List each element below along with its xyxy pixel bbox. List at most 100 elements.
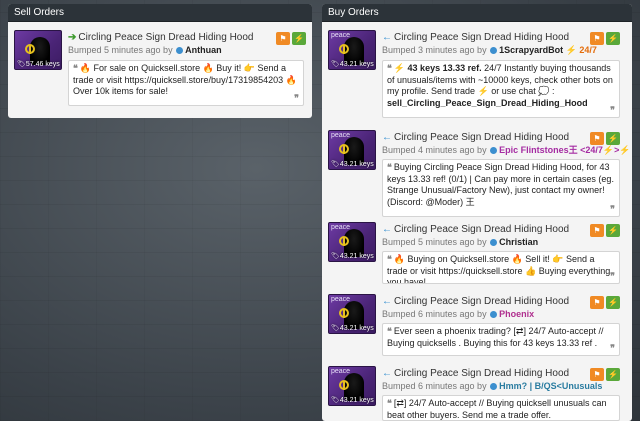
instant-trade-button[interactable]: ⚡ [606, 132, 620, 145]
buy-listing[interactable]: peace 🏷43.21 keys ← Circling Peace Sign D… [322, 128, 632, 224]
bolt-icon: ⚡ [608, 134, 618, 143]
user-link[interactable]: Epic Flintstones王 <24/7⚡>⚡ [499, 145, 630, 155]
item-image[interactable]: peace 🏷43.21 keys [328, 30, 376, 70]
item-price: 🏷43.21 keys [331, 397, 374, 404]
user-suffix: ⚡ 24/7 [565, 45, 597, 55]
instant-trade-button[interactable]: ⚡ [606, 224, 620, 237]
listing-message: ❝ Buying Circling Peace Sign Dread Hiding… [382, 159, 620, 217]
user-link[interactable]: Anthuan [185, 45, 222, 55]
instant-trade-button[interactable]: ⚡ [606, 32, 620, 45]
flag-icon: ⚑ [593, 370, 601, 379]
flag-button[interactable]: ⚑ [590, 368, 604, 381]
sell-orders-header: Sell Orders [8, 4, 312, 22]
listing-title[interactable]: ➔ Circling Peace Sign Dread Hiding Hood [68, 32, 298, 44]
flag-icon: ⚑ [593, 226, 601, 235]
peace-sign-icon [339, 44, 349, 54]
buy-arrow-icon: ← [382, 224, 392, 235]
flag-button[interactable]: ⚑ [590, 296, 604, 309]
item-image[interactable]: peace 🏷43.21 keys [328, 294, 376, 334]
quote-close-icon: ❞ [610, 342, 615, 353]
sell-arrow-icon: ➔ [68, 32, 77, 43]
flag-button[interactable]: ⚑ [590, 224, 604, 237]
item-price: 🏷57.46 keys [17, 61, 60, 68]
quote-open-icon: ❝ [387, 162, 392, 172]
user-link[interactable]: Christian [499, 237, 538, 247]
listing-message: ❝ [⇄] 24/7 Auto-accept // Buying quicksel… [382, 395, 620, 421]
instant-trade-button[interactable]: ⚡ [606, 368, 620, 381]
buy-orders-header: Buy Orders [322, 4, 632, 22]
buy-orders-panel: Buy Orders peace 🏷43.21 keys ← Circling P… [322, 4, 632, 421]
peace-sign-icon [339, 308, 349, 318]
bolt-icon: ⚡ [608, 34, 618, 43]
bolt-icon: ⚡ [608, 298, 618, 307]
online-status-icon [490, 147, 498, 154]
peace-sign-icon [25, 44, 35, 54]
quote-open-icon: ❝ [73, 63, 78, 73]
bolt-icon: ⚡ [608, 226, 618, 235]
online-status-icon [176, 47, 184, 54]
item-image[interactable]: peace 🏷43.21 keys [328, 130, 376, 170]
item-image[interactable]: peace 🏷43.21 keys [328, 366, 376, 406]
flag-icon: ⚑ [593, 134, 601, 143]
flag-button[interactable]: ⚑ [590, 132, 604, 145]
peace-sign-icon [339, 380, 349, 390]
buy-arrow-icon: ← [382, 296, 392, 307]
listing-title[interactable]: ← Circling Peace Sign Dread Hiding Hood [382, 368, 602, 380]
user-link[interactable]: Phoenix [499, 309, 534, 319]
quote-open-icon: ❝ [387, 63, 392, 73]
item-price: 🏷43.21 keys [331, 61, 374, 68]
instant-trade-button[interactable]: ⚡ [606, 296, 620, 309]
buy-listing[interactable]: peace 🏷43.21 keys ← Circling Peace Sign D… [322, 362, 632, 421]
item-image[interactable]: 🏷57.46 keys [14, 30, 62, 70]
peace-sign-icon [339, 144, 349, 154]
online-status-icon [490, 239, 498, 246]
instant-trade-button[interactable]: ⚡ [292, 32, 306, 45]
listing-title[interactable]: ← Circling Peace Sign Dread Hiding Hood [382, 32, 602, 44]
online-status-icon [490, 311, 498, 318]
bump-info: Bumped 5 minutes ago by Anthuan [68, 45, 222, 55]
bump-info: Bumped 3 minutes ago by 1ScrapyardBot ⚡ … [382, 45, 597, 55]
quote-open-icon: ❝ [387, 398, 392, 408]
listing-title[interactable]: ← Circling Peace Sign Dread Hiding Hood [382, 296, 602, 308]
item-image[interactable]: peace 🏷43.21 keys [328, 222, 376, 262]
peace-sign-icon [339, 236, 349, 246]
buy-listing[interactable]: peace 🏷43.21 keys ← Circling Peace Sign D… [322, 220, 632, 292]
user-link[interactable]: 1ScrapyardBot [499, 45, 563, 55]
buy-arrow-icon: ← [382, 368, 392, 379]
quote-close-icon: ❞ [294, 92, 299, 103]
sell-listing[interactable]: 🏷57.46 keys ➔ Circling Peace Sign Dread H… [8, 22, 312, 118]
bump-info: Bumped 6 minutes ago by Phoenix [382, 309, 535, 319]
item-price: 🏷43.21 keys [331, 161, 374, 168]
buy-arrow-icon: ← [382, 132, 392, 143]
flag-icon: ⚑ [593, 298, 601, 307]
flag-button[interactable]: ⚑ [276, 32, 290, 45]
online-status-icon [490, 47, 498, 54]
listing-message: ❝ 🔥 For sale on Quicksell.store 🔥 Buy it!… [68, 60, 304, 106]
quote-open-icon: ❝ [387, 326, 392, 336]
buy-arrow-icon: ← [382, 32, 392, 43]
bolt-icon: ⚡ [294, 34, 304, 43]
listing-title[interactable]: ← Circling Peace Sign Dread Hiding Hood [382, 132, 602, 144]
quote-close-icon: ❞ [610, 104, 615, 115]
listing-message: ❝ ⚡ 43 keys 13.33 ref. 24/7 Instantly buy… [382, 60, 620, 118]
flag-icon: ⚑ [593, 34, 601, 43]
user-link[interactable]: Hmm? | B/QS<Unusuals [499, 381, 602, 391]
listing-message: ❝ 🔥 Buying on Quicksell.store 🔥 Sell it! … [382, 251, 620, 284]
bump-info: Bumped 6 minutes ago by Hmm? | B/QS<Unus… [382, 381, 603, 391]
listing-title[interactable]: ← Circling Peace Sign Dread Hiding Hood [382, 224, 602, 236]
sell-orders-panel: Sell Orders 🏷57.46 keys ➔ Circling Peace … [8, 4, 312, 118]
quote-close-icon: ❞ [610, 203, 615, 214]
flag-button[interactable]: ⚑ [590, 32, 604, 45]
item-price: 🏷43.21 keys [331, 253, 374, 260]
quote-close-icon: ❞ [610, 270, 615, 281]
bump-info: Bumped 4 minutes ago by Epic Flintstones… [382, 145, 631, 155]
buy-listing[interactable]: peace 🏷43.21 keys ← Circling Peace Sign D… [322, 22, 632, 128]
bump-info: Bumped 5 minutes ago by Christian [382, 237, 539, 247]
bolt-icon: ⚡ [608, 370, 618, 379]
buy-listing[interactable]: peace 🏷43.21 keys ← Circling Peace Sign D… [322, 292, 632, 362]
listing-message: ❝ Ever seen a phoenix trading? [⇄] 24/7 A… [382, 323, 620, 356]
online-status-icon [490, 383, 498, 390]
quote-open-icon: ❝ [387, 254, 392, 264]
item-price: 🏷43.21 keys [331, 325, 374, 332]
flag-icon: ⚑ [279, 34, 287, 43]
